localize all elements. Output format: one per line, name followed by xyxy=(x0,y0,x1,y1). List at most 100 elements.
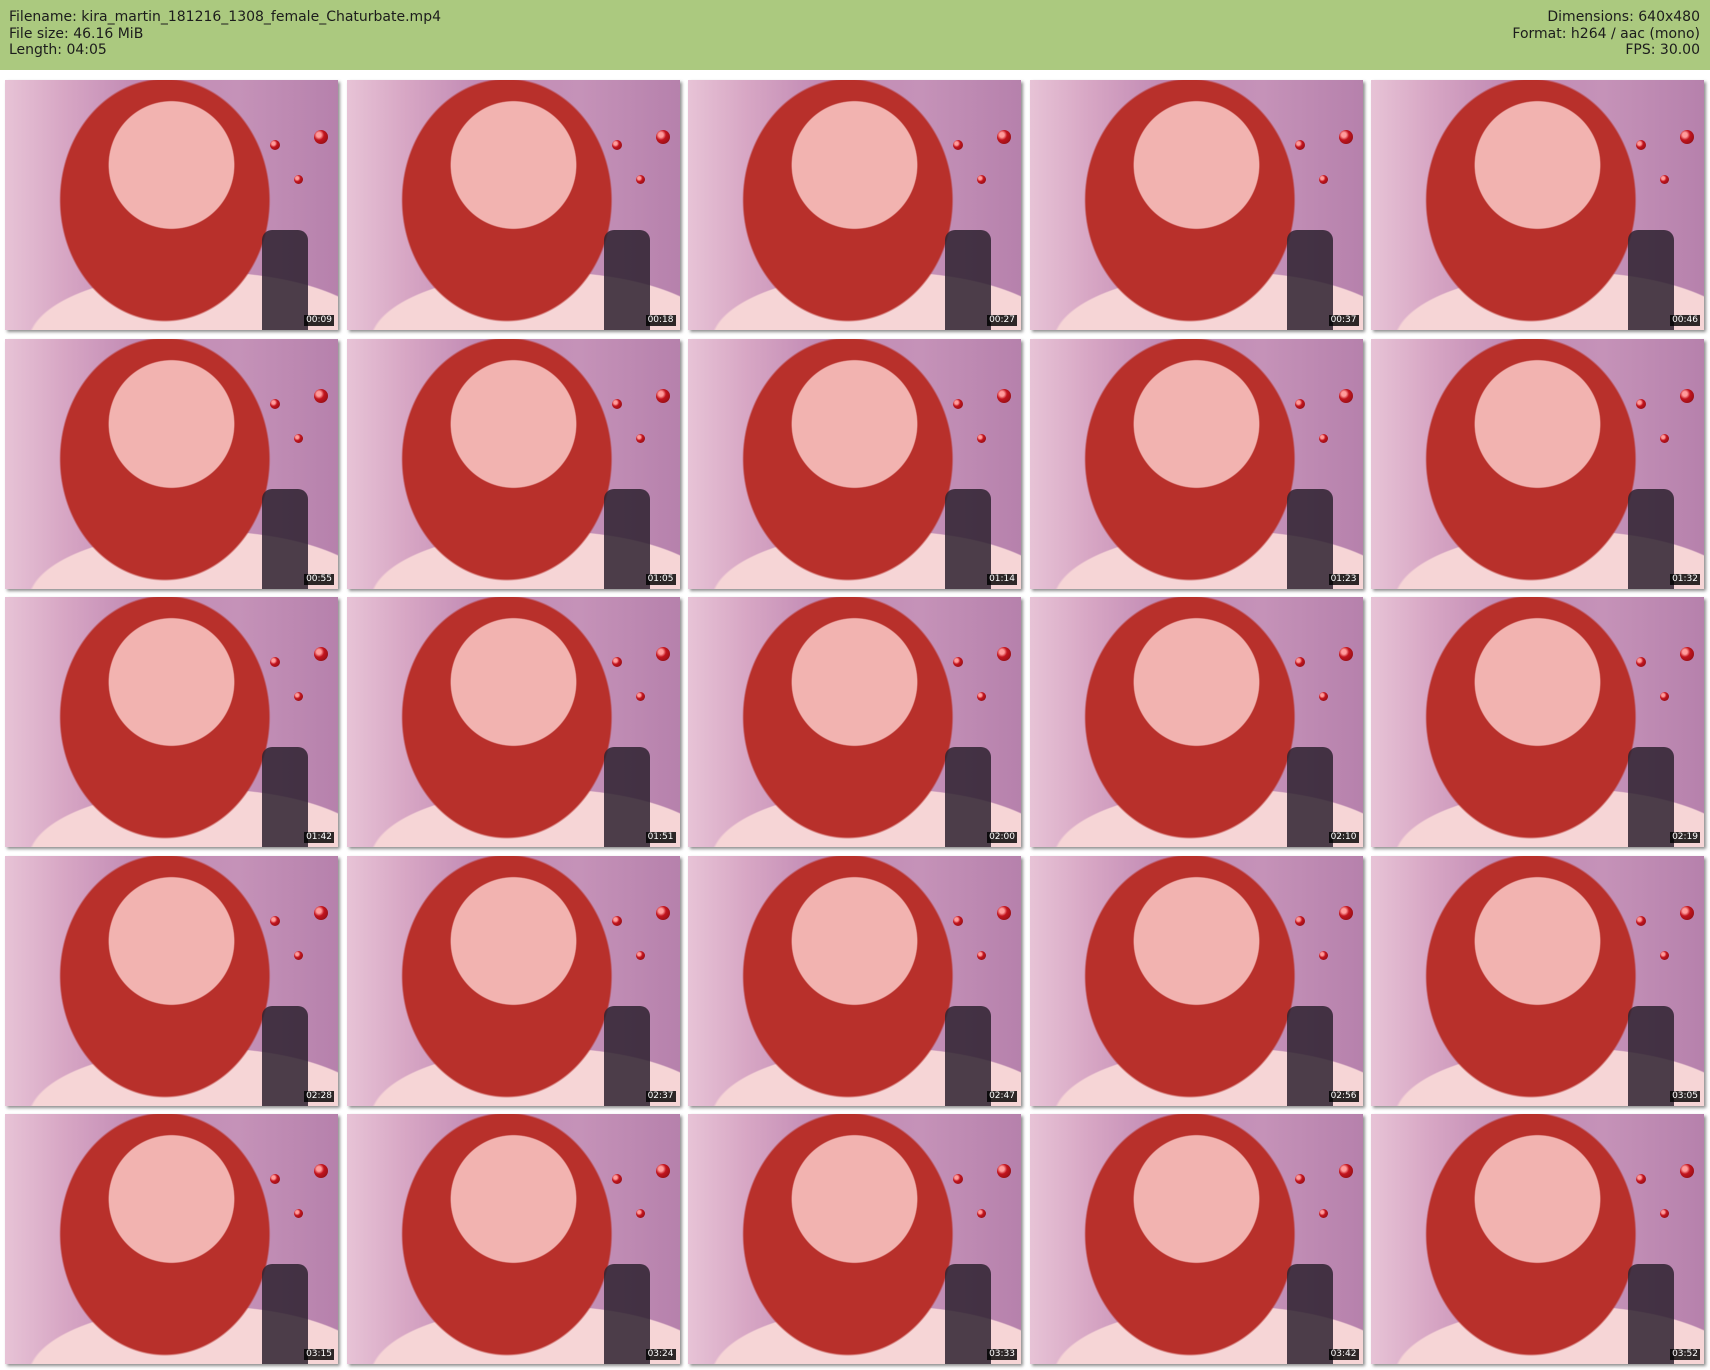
chair-shape xyxy=(1628,1264,1674,1364)
ornament-icon xyxy=(635,433,645,443)
thumbnail: 01:23 xyxy=(1029,338,1363,589)
chair-shape xyxy=(1286,230,1333,330)
thumbnail: 01:42 xyxy=(5,597,338,847)
timestamp-label: 02:56 xyxy=(1328,1090,1359,1102)
thumbnail: 00:18 xyxy=(346,80,680,330)
timestamp-label: 00:55 xyxy=(304,573,334,585)
ornament-icon xyxy=(611,657,622,667)
chair-shape xyxy=(603,230,650,330)
thumbnail: 01:05 xyxy=(346,338,680,589)
chair-shape xyxy=(1286,1005,1333,1106)
ornament-icon xyxy=(294,950,303,960)
ornament-icon xyxy=(1318,1209,1328,1218)
timestamp-label: 01:51 xyxy=(645,832,676,843)
thumbnail: 03:52 xyxy=(1371,1114,1704,1364)
timestamp-label: 00:46 xyxy=(1670,315,1700,326)
chair-shape xyxy=(945,488,991,589)
ornament-icon xyxy=(1660,950,1669,960)
ornament-icon xyxy=(294,692,303,701)
ornament-icon xyxy=(635,692,645,701)
timestamp-label: 02:47 xyxy=(987,1090,1017,1102)
timestamp-label: 02:28 xyxy=(304,1090,334,1102)
timestamp-label: 02:00 xyxy=(987,832,1017,843)
thumbnail: 02:47 xyxy=(688,855,1021,1106)
ornament-icon xyxy=(977,692,986,701)
metadata-right: Dimensions: 640x480 Format: h264 / aac (… xyxy=(1512,9,1700,59)
thumbnail: 03:42 xyxy=(1029,1114,1363,1364)
ornament-icon xyxy=(1680,647,1694,661)
ornament-icon xyxy=(655,647,670,661)
ornament-icon xyxy=(1680,905,1694,920)
fps-text: FPS: 30.00 xyxy=(1625,42,1700,58)
ornament-icon xyxy=(1660,175,1669,184)
chair-shape xyxy=(945,1264,991,1364)
timestamp-label: 00:09 xyxy=(304,315,334,326)
ornament-icon xyxy=(611,398,622,409)
thumbnail-grid: 00:09 00:18 00:27 00:37 00:46 00:55 01:05 01:14… xyxy=(5,80,1705,1365)
thumbnail: 03:24 xyxy=(346,1114,680,1364)
ornament-icon xyxy=(314,388,328,403)
ornament-icon xyxy=(655,388,670,403)
ornament-icon xyxy=(1294,398,1305,409)
thumbnail: 00:55 xyxy=(5,338,338,589)
ornament-icon xyxy=(1636,915,1646,926)
thumbnail: 00:46 xyxy=(1371,80,1704,330)
timestamp-label: 01:32 xyxy=(1670,573,1700,585)
timestamp-label: 03:42 xyxy=(1328,1349,1359,1360)
ornament-icon xyxy=(270,398,280,409)
ornament-icon xyxy=(997,1164,1011,1178)
thumbnail: 00:37 xyxy=(1029,80,1363,330)
metadata-header: Filename: kira_martin_181216_1308_female… xyxy=(0,0,1710,70)
chair-shape xyxy=(1628,747,1674,847)
thumbnail: 03:15 xyxy=(5,1114,338,1364)
ornament-icon xyxy=(1680,388,1694,403)
ornament-icon xyxy=(997,130,1011,144)
dimensions-text: Dimensions: 640x480 xyxy=(1547,9,1700,25)
chair-shape xyxy=(945,747,991,847)
ornament-icon xyxy=(1660,433,1669,443)
ornament-icon xyxy=(1294,1174,1305,1184)
timestamp-label: 01:42 xyxy=(304,832,334,843)
ornament-icon xyxy=(294,175,303,184)
thumbnail: 02:28 xyxy=(5,855,338,1106)
thumbnail: 01:51 xyxy=(346,597,680,847)
ornament-icon xyxy=(1338,647,1353,661)
timestamp-label: 03:52 xyxy=(1670,1349,1700,1360)
ornament-icon xyxy=(997,388,1011,403)
ornament-icon xyxy=(1636,398,1646,409)
ornament-icon xyxy=(977,1209,986,1218)
ornament-icon xyxy=(1318,950,1328,960)
ornament-icon xyxy=(1294,657,1305,667)
ornament-icon xyxy=(270,1174,280,1184)
timestamp-label: 02:37 xyxy=(645,1090,676,1102)
thumbnail: 01:32 xyxy=(1371,338,1704,589)
ornament-icon xyxy=(611,915,622,926)
timestamp-label: 03:15 xyxy=(304,1349,334,1360)
ornament-icon xyxy=(314,1164,328,1178)
timestamp-label: 02:10 xyxy=(1328,832,1359,843)
ornament-icon xyxy=(635,175,645,184)
filename-text: Filename: kira_martin_181216_1308_female… xyxy=(9,9,441,25)
ornament-icon xyxy=(1660,692,1669,701)
ornament-icon xyxy=(314,647,328,661)
filesize-text: File size: 46.16 MiB xyxy=(9,25,144,42)
ornament-icon xyxy=(977,433,986,443)
ornament-icon xyxy=(655,905,670,920)
thumbnail: 03:33 xyxy=(688,1114,1021,1364)
ornament-icon xyxy=(953,398,963,409)
chair-shape xyxy=(603,1005,650,1106)
timestamp-label: 00:27 xyxy=(987,315,1017,326)
thumbnail: 01:14 xyxy=(688,338,1021,589)
ornament-icon xyxy=(1636,140,1646,150)
chair-shape xyxy=(262,1005,308,1106)
timestamp-label: 01:14 xyxy=(987,573,1017,585)
timestamp-label: 01:05 xyxy=(645,573,676,585)
ornament-icon xyxy=(611,140,622,150)
metadata-left: Filename: kira_martin_181216_1308_female… xyxy=(9,9,441,59)
ornament-icon xyxy=(1338,1164,1353,1178)
timestamp-label: 01:23 xyxy=(1328,573,1359,585)
timestamp-label: 02:19 xyxy=(1670,832,1700,843)
thumbnail: 03:05 xyxy=(1371,855,1704,1106)
chair-shape xyxy=(1286,747,1333,847)
timestamp-label: 03:24 xyxy=(645,1349,676,1360)
